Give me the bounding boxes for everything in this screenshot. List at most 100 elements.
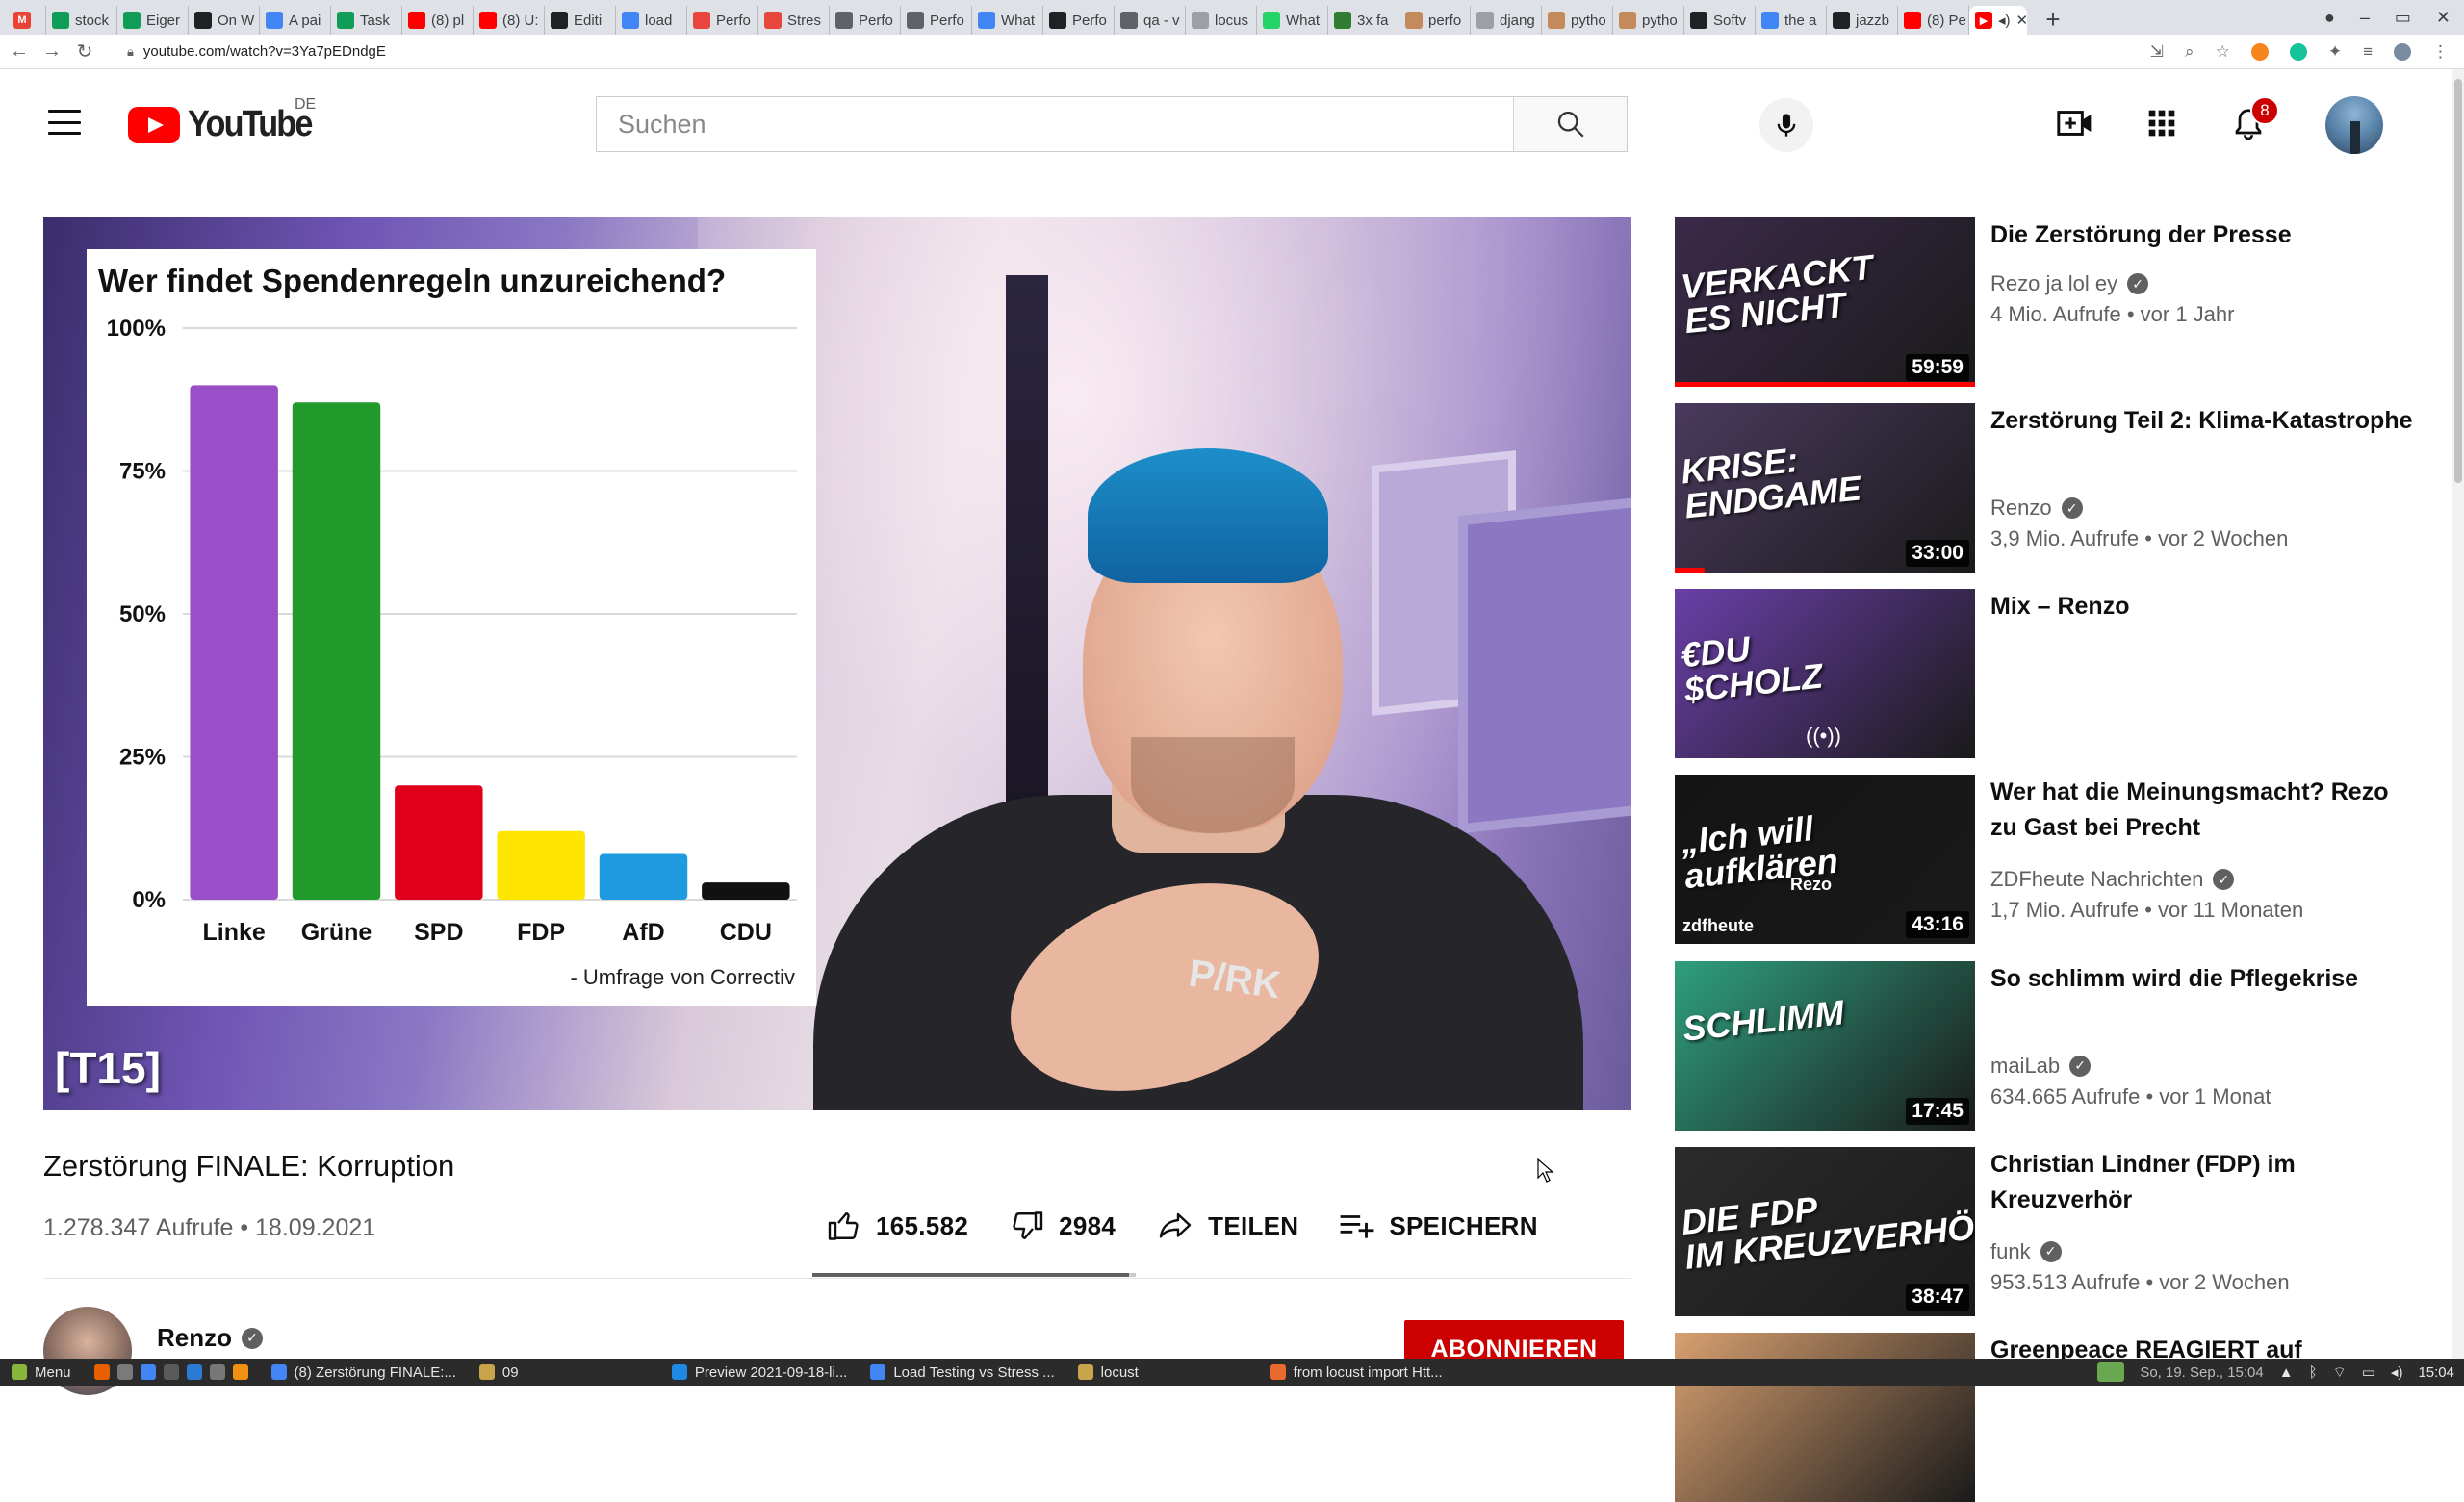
tab-close-icon[interactable]: ✕ — [2016, 12, 2027, 29]
browser-menu-icon[interactable]: ⋮ — [2432, 42, 2449, 62]
browser-tab[interactable]: jazzb — [1827, 6, 1898, 35]
profile-menu-icon[interactable]: ● — [2324, 8, 2335, 28]
browser-tab[interactable]: Perfo — [687, 6, 758, 35]
browser-tab[interactable]: Perfo — [1043, 6, 1115, 35]
taskbar-window[interactable]: locust — [1066, 1359, 1259, 1386]
hamburger-menu-icon[interactable] — [48, 110, 81, 135]
workspace-switcher-icon[interactable] — [2097, 1362, 2125, 1382]
recommended-video-title[interactable]: So schlimm wird die Pflegekrise — [1990, 961, 2414, 997]
network-icon[interactable]: ⌔ — [2333, 1363, 2347, 1382]
video-thumbnail[interactable]: „Ich will aufklären Rezo zdfheute 43:16 — [1675, 775, 1975, 945]
browser-tab[interactable]: Perfo — [830, 6, 901, 35]
firefox-icon[interactable] — [93, 1364, 110, 1380]
browser-tab[interactable]: On W — [189, 6, 260, 35]
voice-search-button[interactable] — [1759, 98, 1813, 152]
tab-gmail[interactable]: M — [8, 6, 46, 35]
recommended-video[interactable]: VERKACKT ES NICHT 59:59 Die Zerstörung der… — [1675, 217, 2435, 387]
recommended-video[interactable]: DIE FDP IM KREUZVERHÖR 38:47 Christian Lin… — [1675, 1146, 2435, 1316]
browser-tab[interactable]: the a — [1756, 6, 1827, 35]
minimize-button[interactable]: – — [2360, 8, 2370, 28]
browser-tab[interactable]: Softv — [1684, 6, 1756, 35]
file-manager-icon[interactable] — [209, 1364, 225, 1380]
taskbar-window[interactable]: Load Testing vs Stress ... — [859, 1359, 1065, 1386]
taskbar-window[interactable]: (8) Zerstörung FINALE:... — [260, 1359, 468, 1386]
taskbar-window[interactable]: 09 — [468, 1359, 660, 1386]
create-video-icon[interactable] — [2056, 106, 2094, 140]
browser-tab[interactable]: Eiger — [117, 6, 189, 35]
browser-tab[interactable]: pytho — [1613, 6, 1684, 35]
browser-profile-avatar[interactable] — [2394, 43, 2411, 61]
browser-tab[interactable]: locus — [1186, 6, 1257, 35]
video-player[interactable]: P/RK Wer findet Spendenregeln unzureiche… — [43, 217, 1631, 1110]
new-tab-button[interactable]: + — [2039, 5, 2067, 34]
back-button[interactable]: ← — [6, 40, 33, 63]
recommended-channel[interactable]: ZDFheute Nachrichten — [1990, 867, 2203, 892]
install-app-icon[interactable]: ⇲ — [2150, 42, 2164, 62]
recommended-channel[interactable]: Rezo ja lol ey — [1990, 271, 2118, 296]
vscode-icon[interactable] — [186, 1364, 202, 1380]
volume-icon[interactable]: ◂) — [2391, 1363, 2403, 1381]
browser-tab[interactable]: (8) pl — [402, 6, 474, 35]
browser-tab[interactable]: What — [1257, 6, 1328, 35]
browser-tab[interactable]: djang — [1471, 6, 1542, 35]
browser-tab[interactable]: qa - v — [1115, 6, 1186, 35]
dislike-button[interactable]: 2984 — [1009, 1209, 1116, 1243]
bookmark-star-icon[interactable]: ☆ — [2216, 42, 2230, 62]
calculator-icon[interactable] — [163, 1364, 179, 1380]
share-button[interactable]: TEILEN — [1156, 1209, 1298, 1243]
apps-grid-icon[interactable] — [2146, 108, 2177, 139]
reload-button[interactable]: ↻ — [71, 39, 98, 64]
video-thumbnail[interactable]: KRISE: ENDGAME 33:00 — [1675, 403, 1975, 573]
sublime-icon[interactable] — [232, 1364, 248, 1380]
recommended-video-title[interactable]: Mix – Renzo — [1990, 589, 2414, 624]
recommended-video-title[interactable]: Christian Lindner (FDP) im Kreuzverhör — [1990, 1147, 2414, 1218]
video-thumbnail[interactable]: €DU $CHOLZ ((•)) — [1675, 589, 1975, 759]
recommended-video[interactable]: KRISE: ENDGAME 33:00 Zerstörung Teil 2: Kl… — [1675, 403, 2435, 573]
recommended-video[interactable]: SCHLIMM 17:45 So schlimm wird die Pflegekr… — [1675, 960, 2435, 1131]
browser-tab[interactable]: (8) U: — [474, 6, 545, 35]
start-menu-button[interactable]: Menu — [0, 1359, 83, 1386]
browser-tab[interactable]: A pai — [260, 6, 331, 35]
browser-tab[interactable]: Stres — [758, 6, 830, 35]
browser-tab[interactable]: Perfo — [901, 6, 972, 35]
battery-icon[interactable]: ▭ — [2362, 1363, 2375, 1381]
save-button[interactable]: SPEICHERN — [1339, 1210, 1537, 1241]
recommended-channel[interactable]: maiLab — [1990, 1054, 2060, 1079]
recommended-channel[interactable]: funk — [1990, 1239, 2031, 1264]
channel-name-row[interactable]: Renzo ✓ — [157, 1323, 263, 1353]
like-button[interactable]: 165.582 — [826, 1209, 968, 1243]
grammarly-extension-icon[interactable] — [2289, 43, 2307, 61]
close-window-button[interactable]: ✕ — [2436, 8, 2451, 28]
metamask-extension-icon[interactable] — [2250, 43, 2269, 61]
zoom-icon[interactable]: ⌕ — [2185, 42, 2194, 62]
maximize-button[interactable]: ▭ — [2395, 8, 2411, 28]
forward-button[interactable]: → — [38, 40, 65, 63]
scrollbar-thumb[interactable] — [2454, 79, 2462, 483]
search-input[interactable] — [597, 97, 1513, 151]
url-field[interactable]: 🔒︎ youtube.com/watch?v=3Ya7pEDndgE — [127, 43, 386, 60]
browser-tab[interactable]: What — [972, 6, 1043, 35]
recommended-video-title[interactable]: Wer hat die Meinungsmacht? Rezo zu Gast … — [1990, 775, 2414, 846]
search-button[interactable] — [1513, 97, 1627, 151]
terminal-icon[interactable] — [116, 1364, 133, 1380]
browser-tab[interactable]: pytho — [1542, 6, 1613, 35]
browser-tab[interactable]: Editi — [545, 6, 616, 35]
reading-list-icon[interactable]: ≡ — [2363, 42, 2373, 62]
recommended-channel[interactable]: Renzo — [1990, 496, 2052, 521]
recommended-video[interactable]: €DU $CHOLZ ((•)) Mix – Renzo — [1675, 589, 2435, 759]
browser-tab[interactable]: (8) Pe — [1898, 6, 1969, 35]
recommended-video-title[interactable]: Die Zerstörung der Presse — [1990, 217, 2414, 253]
browser-tab[interactable]: load — [616, 6, 687, 35]
notification-tray-icon[interactable]: ▲ — [2279, 1364, 2294, 1381]
taskbar-window[interactable]: from locust import Htt... — [1259, 1359, 1454, 1386]
extensions-puzzle-icon[interactable]: ✦ — [2328, 42, 2342, 62]
taskbar-window[interactable]: Preview 2021-09-18-li... — [660, 1359, 859, 1386]
recommended-video-title[interactable]: Zerstörung Teil 2: Klima-Katastrophe — [1990, 403, 2414, 439]
video-thumbnail[interactable]: VERKACKT ES NICHT 59:59 — [1675, 217, 1975, 387]
video-thumbnail[interactable]: DIE FDP IM KREUZVERHÖR 38:47 — [1675, 1146, 1975, 1316]
tab-youtube-active[interactable]: ▶ ◂) ✕ — [1969, 6, 2027, 35]
browser-tab[interactable]: perfo — [1399, 6, 1471, 35]
chrome-icon[interactable] — [140, 1364, 156, 1380]
browser-tab[interactable]: stock — [46, 6, 117, 35]
bluetooth-icon[interactable]: ᛒ — [2309, 1364, 2318, 1381]
